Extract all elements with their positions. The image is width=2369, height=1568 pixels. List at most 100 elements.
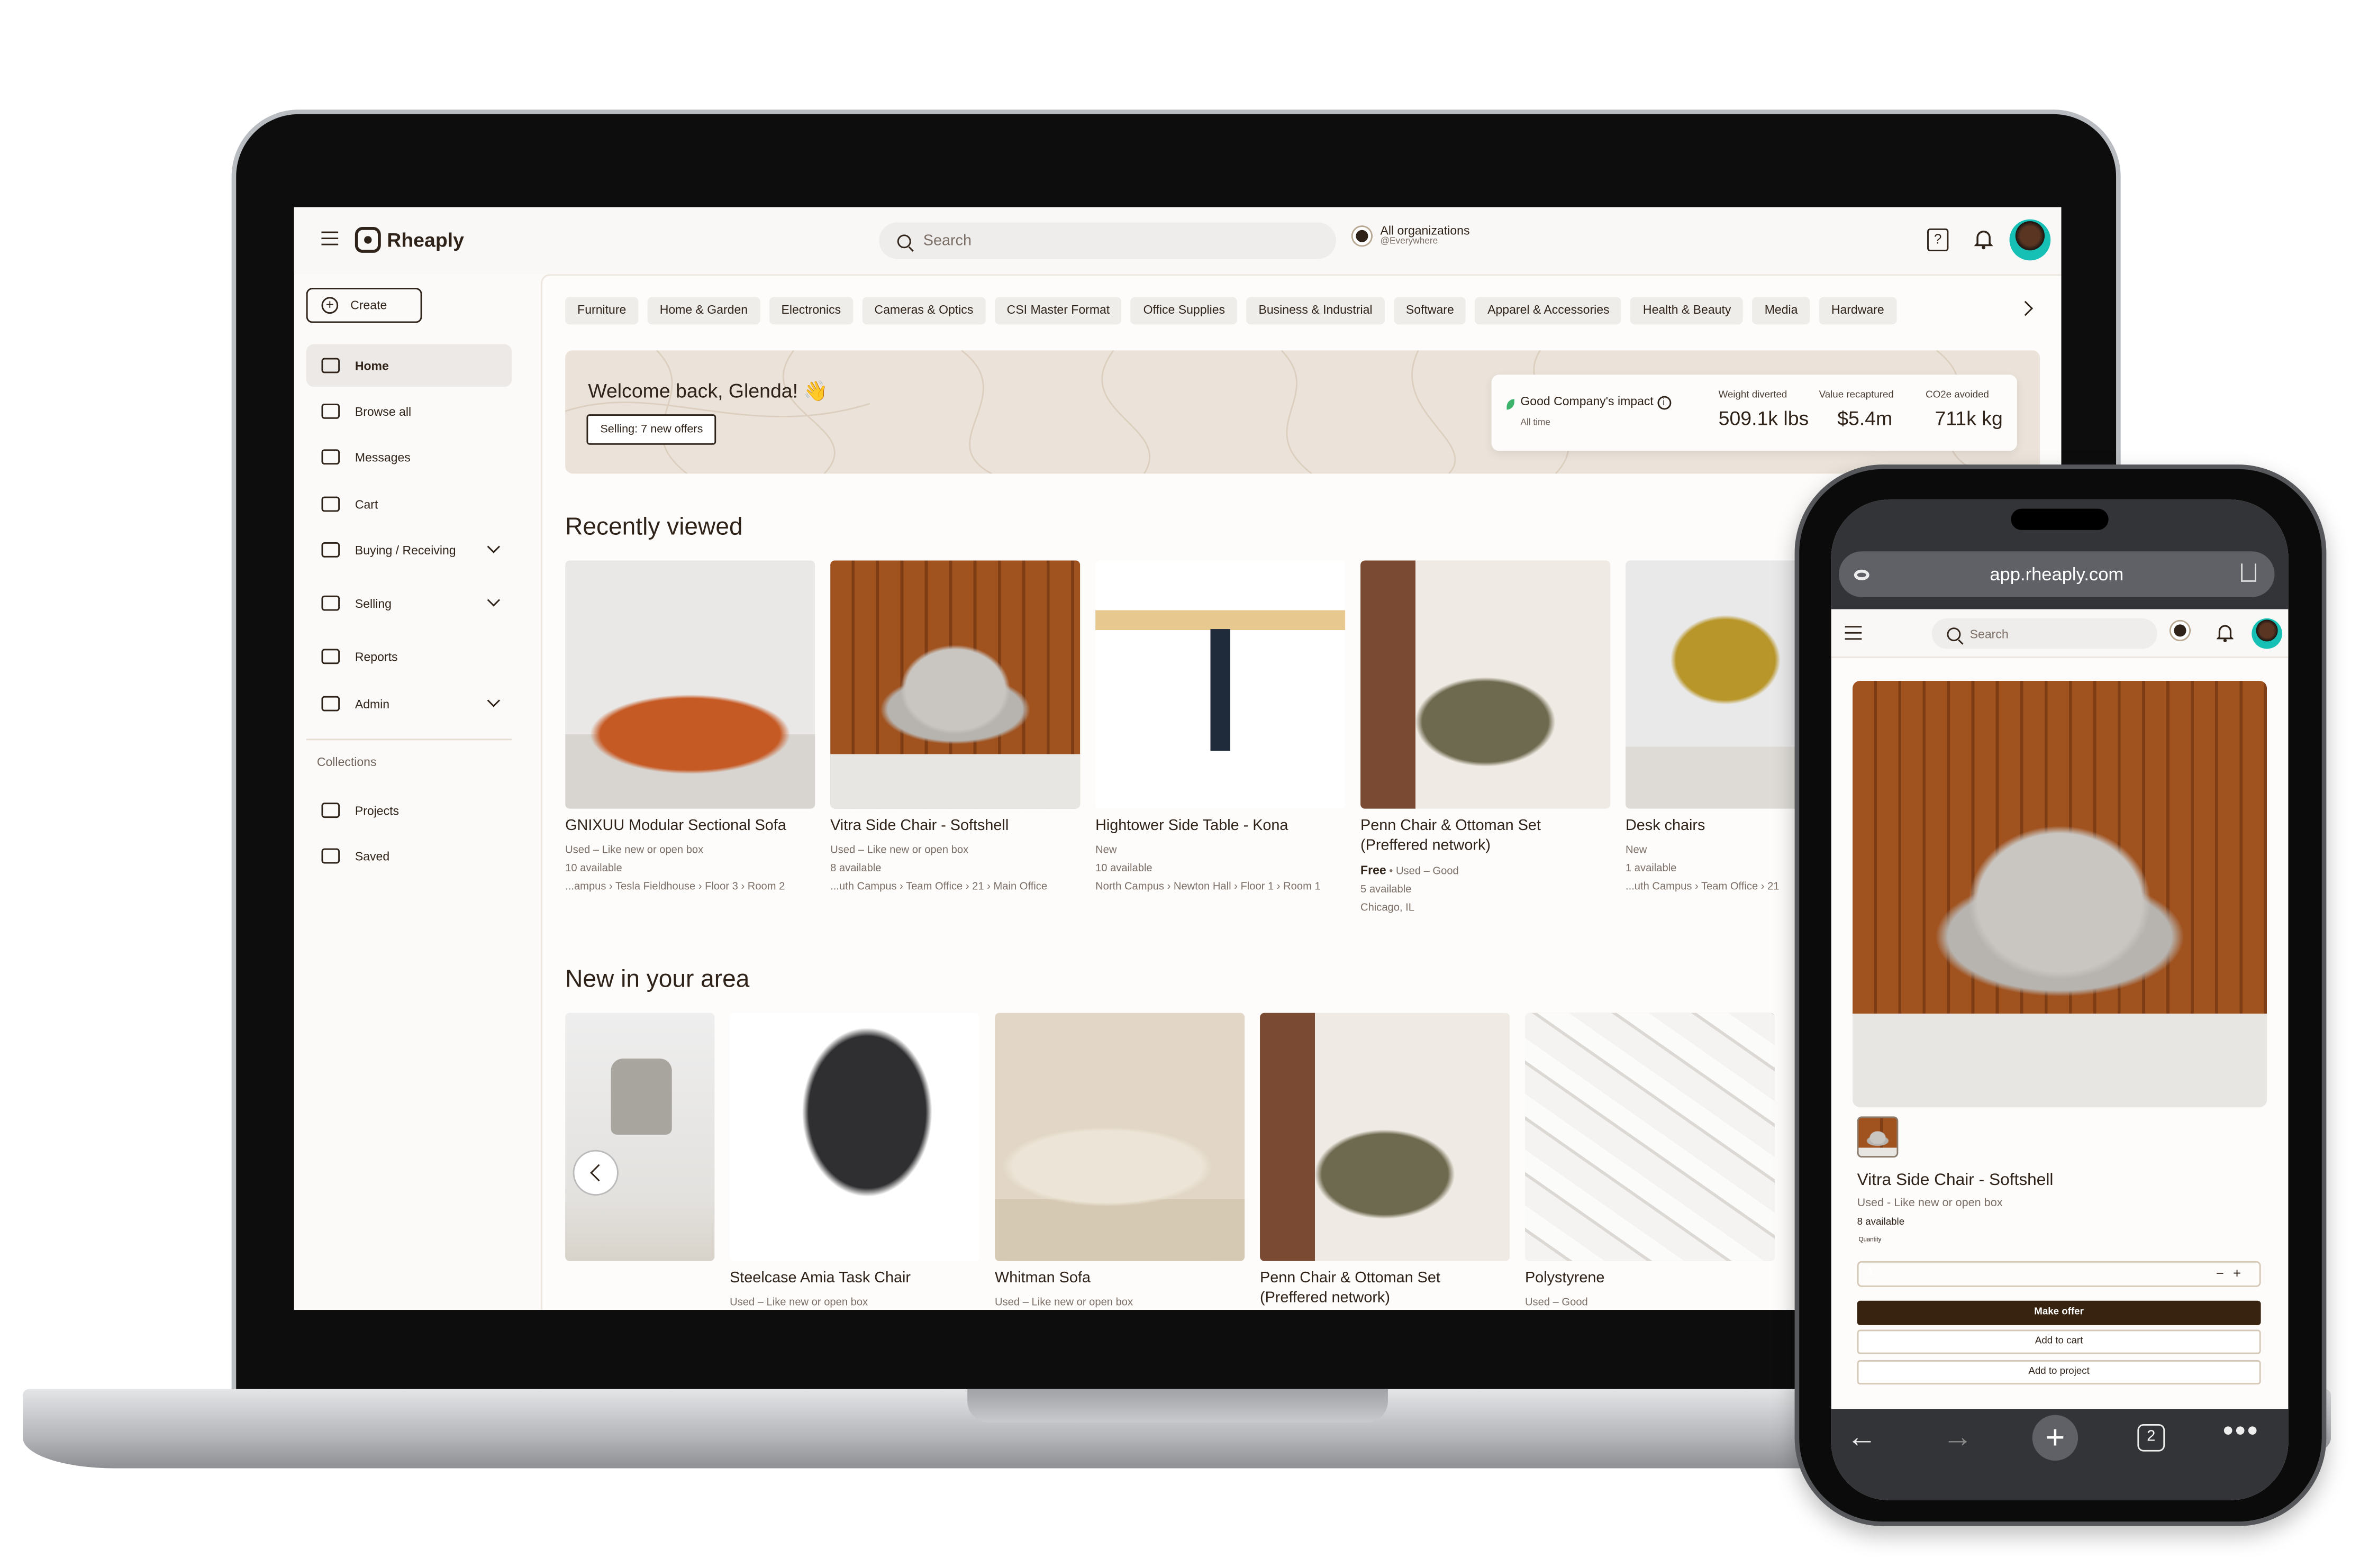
back-arrow-icon[interactable]: ← (1846, 1421, 1877, 1456)
product-title[interactable]: GNIXUU Modular Sectional Sofa (565, 818, 815, 837)
sidebar-item-browse-all[interactable]: Browse all (306, 390, 512, 433)
product-card[interactable]: Polystyrene Used – Good (1524, 1013, 1775, 1308)
phone-app-header: Search (1831, 609, 2289, 658)
product-image[interactable] (995, 1013, 1245, 1261)
search-placeholder: Search (1969, 626, 2009, 641)
hamburger-menu-icon[interactable] (1845, 626, 1862, 640)
product-card[interactable]: Penn Chair & Ottoman Set (Preffered netw… (1260, 1013, 1510, 1309)
category-chip[interactable]: Business & Industrial (1246, 297, 1385, 325)
user-avatar[interactable] (2009, 219, 2051, 261)
globe-icon[interactable] (2171, 621, 2190, 640)
product-card[interactable]: Whitman Sofa Used – Like new or open box (995, 1013, 1245, 1308)
sidebar-item-reports[interactable]: Reports (306, 635, 512, 678)
info-icon[interactable]: i (1657, 396, 1671, 410)
help-icon[interactable]: ? (1927, 228, 1949, 252)
organization-switcher[interactable]: All organizations @Everywhere (1353, 224, 1469, 247)
product-title[interactable]: Penn Chair & Ottoman Set (Preffered netw… (1260, 1270, 1510, 1308)
home-icon (321, 358, 340, 373)
sidebar-item-cart[interactable]: Cart (306, 483, 512, 526)
product-thumbnail[interactable] (1857, 1116, 1899, 1158)
product-title[interactable]: Penn Chair & Ottoman Set (Preffered netw… (1360, 818, 1610, 856)
product-image[interactable] (565, 560, 815, 809)
sidebar-item-projects[interactable]: Projects (306, 789, 512, 832)
category-chip[interactable]: Software (1393, 297, 1466, 325)
category-chip[interactable]: Home & Garden (647, 297, 760, 325)
share-icon[interactable] (2241, 563, 2256, 582)
search-input[interactable]: Search (879, 222, 1336, 259)
create-label: Create (350, 298, 387, 313)
more-icon[interactable]: ••• (2223, 1415, 2259, 1450)
product-main-image[interactable] (1852, 680, 2267, 1108)
category-chip[interactable]: Health & Beauty (1630, 297, 1744, 325)
product-title[interactable]: Hightower Side Table - Kona (1095, 818, 1345, 837)
add-to-cart-button[interactable]: Add to cart (1857, 1329, 2261, 1354)
tag-icon (321, 595, 340, 611)
product-title[interactable]: Polystyrene (1525, 1270, 1775, 1289)
chevron-down-icon[interactable] (487, 594, 501, 607)
category-chip[interactable]: CSI Master Format (994, 297, 1122, 325)
sidebar-item-admin[interactable]: Admin (306, 682, 512, 725)
product-card[interactable]: Penn Chair & Ottoman Set (Preffered netw… (1360, 560, 1611, 914)
impact-period: All time (1520, 418, 1550, 429)
product-title: Vitra Side Chair - Softshell (1857, 1171, 2054, 1190)
category-chip[interactable]: Electronics (769, 297, 854, 325)
product-image[interactable] (1524, 1013, 1775, 1261)
storefront-icon (321, 403, 340, 419)
category-chip[interactable]: Office Supplies (1131, 297, 1238, 325)
new-offers-button[interactable]: Selling: 7 new offers (586, 414, 717, 445)
sidebar-item-label: Reports (355, 649, 398, 663)
product-image[interactable] (1095, 560, 1346, 809)
category-chip[interactable]: Cameras & Optics (862, 297, 986, 325)
browser-bottom-bar: ← → + 2 ••• (1831, 1409, 2289, 1500)
product-card[interactable]: Steelcase Amia Task Chair Used – Like new… (730, 1013, 980, 1308)
quantity-label: Quantity (1858, 1235, 1882, 1243)
make-offer-button[interactable]: Make offer (1857, 1300, 2261, 1325)
product-location: ...ampus › Tesla Fieldhouse › Floor 3 › … (565, 881, 785, 892)
sidebar-item-saved[interactable]: Saved (306, 835, 512, 878)
device-mockup: Rheaply Search All organizations @Everywh… (0, 0, 2369, 1567)
sidebar-item-label: Projects (355, 803, 400, 817)
quantity-stepper[interactable]: Quantity 1 −+ (1857, 1235, 2261, 1287)
phone-screen: app.rheaply.com Search Vitra Side Chair … (1831, 499, 2289, 1500)
product-card[interactable]: Vitra Side Chair - Softshell Used – Like … (830, 560, 1081, 892)
forward-arrow-icon[interactable]: → (1943, 1421, 1973, 1456)
product-card[interactable]: GNIXUU Modular Sectional Sofa Used – Like… (565, 560, 815, 892)
product-image[interactable] (830, 560, 1081, 809)
quantity-controls[interactable]: −+ (2216, 1266, 2250, 1281)
product-image[interactable] (1360, 560, 1611, 809)
category-chip[interactable]: Apparel & Accessories (1475, 297, 1622, 325)
product-image-partial[interactable] (565, 1013, 715, 1261)
chevron-down-icon[interactable] (487, 540, 501, 553)
create-button[interactable]: + Create (306, 288, 422, 323)
rheaply-logo[interactable]: Rheaply (355, 226, 464, 253)
sidebar-item-messages[interactable]: Messages (306, 435, 512, 478)
product-title[interactable]: Steelcase Amia Task Chair (730, 1270, 979, 1289)
url-bar[interactable]: app.rheaply.com (1839, 551, 2275, 597)
product-card[interactable]: Hightower Side Table - Kona New 10 availab… (1095, 560, 1346, 892)
user-avatar[interactable] (2252, 618, 2282, 649)
bell-icon[interactable] (2217, 623, 2234, 643)
basket-icon (321, 542, 340, 558)
category-chip[interactable]: Furniture (565, 297, 639, 325)
hamburger-menu-icon[interactable] (321, 231, 339, 245)
sidebar-item-home[interactable]: Home (306, 344, 512, 387)
search-icon (1947, 626, 1961, 641)
category-chip[interactable]: Hardware (1819, 297, 1896, 325)
product-location: North Campus › Newton Hall › Floor 1 › R… (1095, 881, 1321, 892)
product-image[interactable] (1260, 1013, 1510, 1261)
carousel-prev-button[interactable] (573, 1150, 619, 1196)
new-tab-icon[interactable]: + (2032, 1415, 2078, 1461)
chevron-right-icon[interactable] (2018, 300, 2034, 316)
sidebar-item-buying-receiving[interactable]: Buying / Receiving (306, 528, 512, 571)
add-to-project-button[interactable]: Add to project (1857, 1360, 2261, 1385)
tabs-button[interactable]: 2 (2137, 1424, 2165, 1452)
phone-search-input[interactable]: Search (1931, 618, 2157, 649)
category-chip[interactable]: Media (1752, 297, 1810, 325)
leaf-icon (1506, 399, 1514, 410)
bell-icon[interactable] (1974, 229, 1993, 250)
product-image[interactable] (730, 1013, 980, 1261)
chevron-down-icon[interactable] (487, 694, 501, 707)
sidebar-item-selling[interactable]: Selling (306, 582, 512, 625)
product-title[interactable]: Vitra Side Chair - Softshell (830, 818, 1080, 837)
product-title[interactable]: Whitman Sofa (995, 1270, 1245, 1289)
